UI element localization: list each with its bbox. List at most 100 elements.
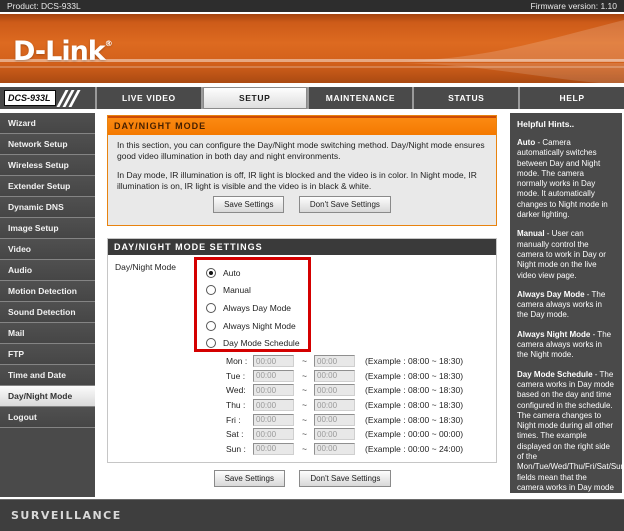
schedule-row-fri: Fri : ~ (Example : 08:00 ~ 18:30) xyxy=(226,412,463,427)
top-status-bar: Product: DCS-933L Firmware version: 1.10 xyxy=(0,0,624,14)
schedule-example: (Example : 08:00 ~ 18:30) xyxy=(365,356,463,366)
schedule-row-wed: Wed: ~ (Example : 08:00 ~ 18:30) xyxy=(226,383,463,398)
schedule-day-label: Mon : xyxy=(226,356,253,366)
nav-left: DCS-933L xyxy=(0,87,95,109)
schedule-row-sun: Sun : ~ (Example : 00:00 ~ 24:00) xyxy=(226,442,463,457)
schedule-from-input[interactable] xyxy=(253,443,294,455)
sidebar-item-dynamic-dns[interactable]: Dynamic DNS xyxy=(0,197,95,218)
sidebar-item-extender-setup[interactable]: Extender Setup xyxy=(0,176,95,197)
nav-bar: DCS-933L LIVE VIDEO SETUP MAINTENANCE ST… xyxy=(0,87,624,111)
sidebar-item-mail[interactable]: Mail xyxy=(0,323,95,344)
schedule-example: (Example : 08:00 ~ 18:30) xyxy=(365,400,463,410)
tilde-separator: ~ xyxy=(299,371,310,381)
dont-save-settings-button-top[interactable]: Don't Save Settings xyxy=(299,196,391,213)
sidebar-item-logout[interactable]: Logout xyxy=(0,407,95,428)
sidebar-item-wizard[interactable]: Wizard xyxy=(0,113,95,134)
hint-entry-always-night-mode: Always Night Mode - The camera always wo… xyxy=(517,330,615,361)
tilde-separator: ~ xyxy=(299,356,310,366)
sidebar-menu: Wizard Network Setup Wireless Setup Exte… xyxy=(0,113,95,497)
sidebar-item-wireless-setup[interactable]: Wireless Setup xyxy=(0,155,95,176)
surveillance-logo: SURVEILLANCE xyxy=(11,509,122,522)
radio-option-always-day-mode[interactable]: Always Day Mode xyxy=(206,299,308,317)
settings-title: DAY/NIGHT MODE SETTINGS xyxy=(108,239,496,255)
sidebar-item-day-night-mode[interactable]: Day/Night Mode xyxy=(0,386,95,407)
tilde-separator: ~ xyxy=(299,385,310,395)
nav-tab-maintenance[interactable]: MAINTENANCE xyxy=(307,87,413,109)
stripes-icon xyxy=(61,90,79,107)
hints-title: Helpful Hints.. xyxy=(517,119,615,129)
sidebar-item-ftp[interactable]: FTP xyxy=(0,344,95,365)
footer-bar: SURVEILLANCE xyxy=(0,499,624,531)
tilde-separator: ~ xyxy=(299,400,310,410)
radio-icon[interactable] xyxy=(206,285,216,295)
sidebar-item-motion-detection[interactable]: Motion Detection xyxy=(0,281,95,302)
radio-option-auto[interactable]: Auto xyxy=(206,264,308,282)
schedule-example: (Example : 08:00 ~ 18:30) xyxy=(365,415,463,425)
schedule-to-input[interactable] xyxy=(314,443,355,455)
tilde-separator: ~ xyxy=(299,429,310,439)
nav-tab-live-video[interactable]: LIVE VIDEO xyxy=(95,87,201,109)
firmware-label: Firmware version: 1.10 xyxy=(531,1,617,11)
product-label: Product: DCS-933L xyxy=(7,1,81,11)
mode-radio-group-highlight: Auto Manual Always Day Mode Always Night… xyxy=(194,257,311,352)
radio-icon[interactable] xyxy=(206,303,216,313)
section-description-2: In Day mode, IR illumination is off, IR … xyxy=(117,170,487,191)
schedule-day-label: Thu : xyxy=(226,400,253,410)
sidebar-item-video[interactable]: Video xyxy=(0,239,95,260)
radio-option-always-night-mode[interactable]: Always Night Mode xyxy=(206,317,308,335)
hint-entry-day-mode-schedule: Day Mode Schedule - The camera works in … xyxy=(517,370,615,493)
schedule-example: (Example : 00:00 ~ 00:00) xyxy=(365,429,463,439)
helpful-hints-panel: Helpful Hints.. Auto - Camera automatica… xyxy=(510,113,622,493)
schedule-to-input[interactable] xyxy=(314,370,355,382)
schedule-to-input[interactable] xyxy=(314,384,355,396)
sidebar-item-sound-detection[interactable]: Sound Detection xyxy=(0,302,95,323)
schedule-from-input[interactable] xyxy=(253,414,294,426)
save-settings-button-top[interactable]: Save Settings xyxy=(213,196,284,213)
section-title: DAY/NIGHT MODE xyxy=(108,116,496,135)
schedule-example: (Example : 08:00 ~ 18:30) xyxy=(365,371,463,381)
nav-tabs: LIVE VIDEO SETUP MAINTENANCE STATUS HELP xyxy=(95,87,624,109)
sidebar-item-network-setup[interactable]: Network Setup xyxy=(0,134,95,155)
hint-entry-manual: Manual - User can manually control the c… xyxy=(517,229,615,280)
hint-entry-always-day-mode: Always Day Mode - The camera always work… xyxy=(517,290,615,321)
sidebar-item-audio[interactable]: Audio xyxy=(0,260,95,281)
schedule-example: (Example : 08:00 ~ 18:30) xyxy=(365,385,463,395)
schedule-to-input[interactable] xyxy=(314,355,355,367)
radio-option-manual[interactable]: Manual xyxy=(206,282,308,300)
day-night-mode-settings-section: DAY/NIGHT MODE SETTINGS Day/Night Mode A… xyxy=(107,238,497,463)
dlink-logo: D-Link® xyxy=(13,36,113,67)
radio-icon[interactable] xyxy=(206,268,216,278)
schedule-from-input[interactable] xyxy=(253,384,294,396)
sidebar-item-time-and-date[interactable]: Time and Date xyxy=(0,365,95,386)
radio-icon[interactable] xyxy=(206,338,216,348)
day-mode-schedule: Mon : ~ (Example : 08:00 ~ 18:30) Tue : … xyxy=(226,354,463,456)
schedule-to-input[interactable] xyxy=(314,414,355,426)
hint-entry-auto: Auto - Camera automatically switches bet… xyxy=(517,138,615,220)
hints-list: Auto - Camera automatically switches bet… xyxy=(517,138,615,493)
nav-tab-setup[interactable]: SETUP xyxy=(201,87,307,109)
radio-option-day-mode-schedule[interactable]: Day Mode Schedule xyxy=(206,334,308,352)
schedule-day-label: Sun : xyxy=(226,444,253,454)
tilde-separator: ~ xyxy=(299,415,310,425)
schedule-to-input[interactable] xyxy=(314,428,355,440)
tilde-separator: ~ xyxy=(299,444,310,454)
section-description-1: In this section, you can configure the D… xyxy=(117,140,487,161)
schedule-from-input[interactable] xyxy=(253,355,294,367)
schedule-from-input[interactable] xyxy=(253,399,294,411)
schedule-day-label: Tue : xyxy=(226,371,253,381)
day-night-mode-section: DAY/NIGHT MODE In this section, you can … xyxy=(107,115,497,226)
nav-tab-help[interactable]: HELP xyxy=(518,87,624,109)
schedule-from-input[interactable] xyxy=(253,428,294,440)
schedule-day-label: Sat : xyxy=(226,429,253,439)
nav-tab-status[interactable]: STATUS xyxy=(412,87,518,109)
schedule-row-tue: Tue : ~ (Example : 08:00 ~ 18:30) xyxy=(226,369,463,384)
schedule-row-thu: Thu : ~ (Example : 08:00 ~ 18:30) xyxy=(226,398,463,413)
schedule-from-input[interactable] xyxy=(253,370,294,382)
radio-icon[interactable] xyxy=(206,321,216,331)
dont-save-settings-button-bottom[interactable]: Don't Save Settings xyxy=(299,470,391,487)
schedule-to-input[interactable] xyxy=(314,399,355,411)
sidebar-item-image-setup[interactable]: Image Setup xyxy=(0,218,95,239)
content-area: DAY/NIGHT MODE In this section, you can … xyxy=(95,113,510,499)
model-badge: DCS-933L xyxy=(4,90,56,106)
save-settings-button-bottom[interactable]: Save Settings xyxy=(214,470,285,487)
